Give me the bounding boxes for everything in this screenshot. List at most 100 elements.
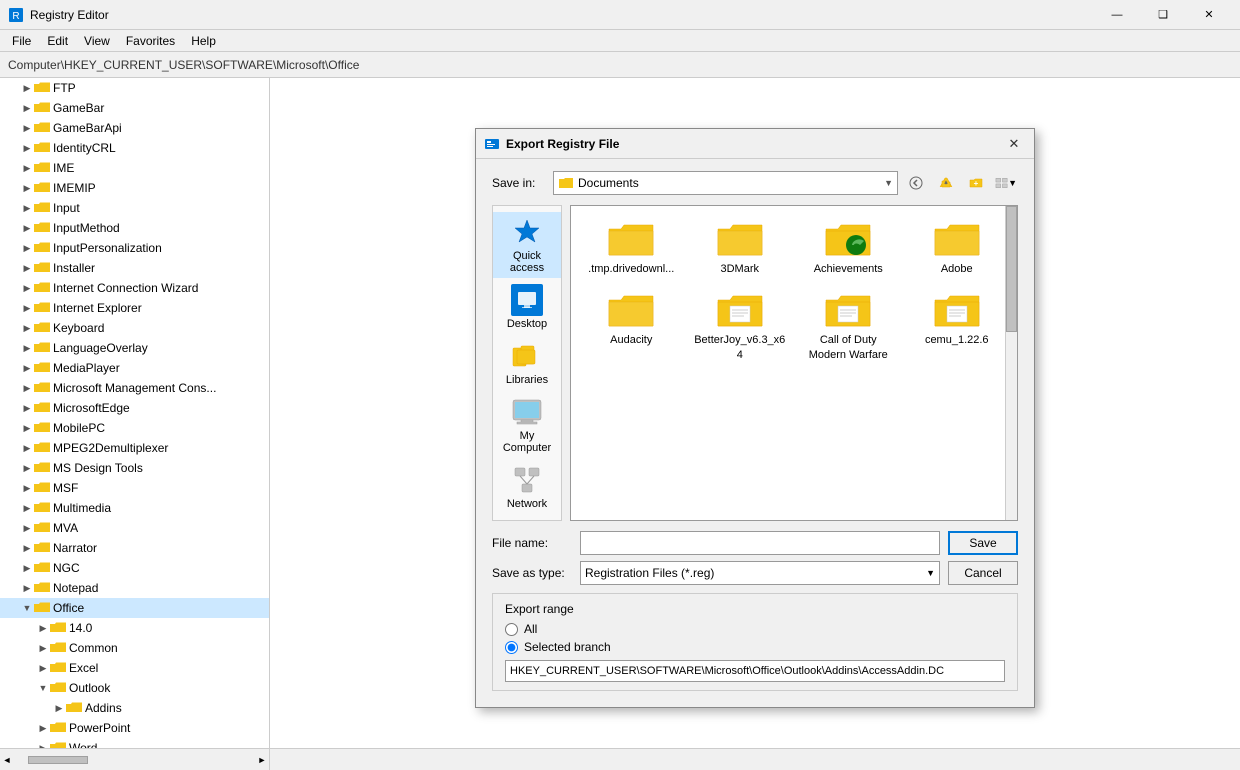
tree-toggle-icon[interactable]: ▶ [20,100,34,116]
menu-file[interactable]: File [4,32,39,50]
left-nav-my-computer[interactable]: My Computer [493,392,561,458]
tree-toggle-icon[interactable]: ▶ [20,320,34,336]
cancel-button[interactable]: Cancel [948,561,1018,585]
tree-item[interactable]: ▶ Narrator [0,538,269,558]
scroll-right-button[interactable]: ► [255,753,269,767]
up-folder-button[interactable] [934,171,958,195]
save-in-combo[interactable]: Documents ▼ [553,171,898,195]
tree-toggle-icon[interactable]: ▶ [20,120,34,136]
filename-input[interactable] [580,531,940,555]
menu-favorites[interactable]: Favorites [118,32,183,50]
tree-item[interactable]: ▶ Microsoft Management Cons... [0,378,269,398]
tree-toggle-icon[interactable]: ▶ [20,180,34,196]
tree-toggle-icon[interactable]: ▶ [20,220,34,236]
tree-item[interactable]: ▶ LanguageOverlay [0,338,269,358]
file-item[interactable]: Call of Duty Modern Warfare [796,285,901,367]
tree-toggle-icon[interactable]: ▼ [20,600,34,616]
close-button[interactable]: ✕ [1186,0,1232,30]
dialog-close-button[interactable]: ✕ [1002,133,1026,155]
tree-toggle-icon[interactable]: ▶ [20,580,34,596]
tree-item[interactable]: ▶ Addins [0,698,269,718]
tree-item[interactable]: ▶ IME [0,158,269,178]
tree-item[interactable]: ▼ Outlook [0,678,269,698]
tree-item[interactable]: ▶ NGC [0,558,269,578]
registry-path-input[interactable] [505,660,1005,682]
back-button[interactable] [904,171,928,195]
tree-toggle-icon[interactable]: ▶ [36,620,50,636]
file-grid-scrollbar[interactable] [1005,206,1017,520]
tree-item[interactable]: ▶ IdentityCRL [0,138,269,158]
radio-all[interactable] [505,623,518,636]
tree-item[interactable]: ▶ Input [0,198,269,218]
file-item[interactable]: BetterJoy_v6.3_x64 [688,285,793,367]
radio-selected-branch[interactable] [505,641,518,654]
menu-help[interactable]: Help [183,32,224,50]
tree-toggle-icon[interactable]: ▶ [20,240,34,256]
tree-toggle-icon[interactable]: ▶ [20,500,34,516]
file-item[interactable]: Audacity [579,285,684,367]
tree-toggle-icon[interactable]: ▶ [20,520,34,536]
tree-toggle-icon[interactable]: ▶ [52,700,66,716]
maximize-button[interactable]: ❑ [1140,0,1186,30]
tree-toggle-icon[interactable]: ▶ [20,400,34,416]
tree-toggle-icon[interactable]: ▶ [36,720,50,736]
tree-item[interactable]: ▶ IMEMIP [0,178,269,198]
tree-toggle-icon[interactable]: ▶ [36,640,50,656]
save-button[interactable]: Save [948,531,1018,555]
tree-toggle-icon[interactable]: ▶ [20,340,34,356]
file-item[interactable]: 3DMark [688,214,793,281]
tree-item[interactable]: ▶ Keyboard [0,318,269,338]
tree-toggle-icon[interactable]: ▶ [20,300,34,316]
tree-toggle-icon[interactable]: ▶ [20,360,34,376]
tree-toggle-icon[interactable]: ▶ [20,380,34,396]
tree-item[interactable]: ▶ FTP [0,78,269,98]
menu-edit[interactable]: Edit [39,32,76,50]
tree-item[interactable]: ▶ Internet Explorer [0,298,269,318]
tree-item[interactable]: ▶ MicrosoftEdge [0,398,269,418]
tree-item[interactable]: ▶ Installer [0,258,269,278]
tree-item[interactable]: ▶ MS Design Tools [0,458,269,478]
tree-toggle-icon[interactable]: ▶ [20,540,34,556]
tree-toggle-icon[interactable]: ▶ [20,140,34,156]
file-item[interactable]: .tmp.drivedownl... [579,214,684,281]
new-folder-button[interactable]: + [964,171,988,195]
tree-item[interactable]: ▶ MobilePC [0,418,269,438]
tree-item[interactable]: ▶ Excel [0,658,269,678]
tree-toggle-icon[interactable]: ▶ [20,260,34,276]
left-nav-desktop[interactable]: Desktop [493,280,561,334]
menu-view[interactable]: View [76,32,118,50]
tree-item[interactable]: ▶ InputPersonalization [0,238,269,258]
file-item[interactable]: Adobe [905,214,1010,281]
left-nav-quick-access[interactable]: Quick access [493,212,561,278]
left-nav-network[interactable]: Network [493,460,561,514]
tree-item[interactable]: ▶ MVA [0,518,269,538]
tree-toggle-icon[interactable]: ▶ [20,420,34,436]
tree-toggle-icon[interactable]: ▶ [20,280,34,296]
scroll-left-button[interactable]: ◄ [0,753,14,767]
tree-item[interactable]: ▶ MediaPlayer [0,358,269,378]
tree-item[interactable]: ▶ MSF [0,478,269,498]
tree-toggle-icon[interactable]: ▶ [20,460,34,476]
left-nav-libraries[interactable]: Libraries [493,336,561,390]
tree-item[interactable]: ▶ Notepad [0,578,269,598]
tree-toggle-icon[interactable]: ▶ [36,740,50,748]
tree-item[interactable]: ▶ InputMethod [0,218,269,238]
h-scroll-thumb[interactable] [28,756,88,764]
minimize-button[interactable]: — [1094,0,1140,30]
tree-item[interactable]: ▶ Multimedia [0,498,269,518]
tree-item[interactable]: ▶ PowerPoint [0,718,269,738]
tree-item[interactable]: ▶ 14.0 [0,618,269,638]
tree-item[interactable]: ▶ Common [0,638,269,658]
tree-toggle-icon[interactable]: ▶ [20,200,34,216]
file-item[interactable]: cemu_1.22.6 [905,285,1010,367]
tree-toggle-icon[interactable]: ▶ [20,560,34,576]
tree-toggle-icon[interactable]: ▶ [20,80,34,96]
view-options-button[interactable]: ▼ [994,171,1018,195]
tree-toggle-icon[interactable]: ▶ [20,480,34,496]
tree-toggle-icon[interactable]: ▶ [20,160,34,176]
tree-toggle-icon[interactable]: ▼ [36,680,50,696]
tree-item[interactable]: ▶ MPEG2Demultiplexer [0,438,269,458]
tree-item[interactable]: ▶ Internet Connection Wizard [0,278,269,298]
file-item[interactable]: Achievements [796,214,901,281]
tree-item[interactable]: ▼ Office [0,598,269,618]
